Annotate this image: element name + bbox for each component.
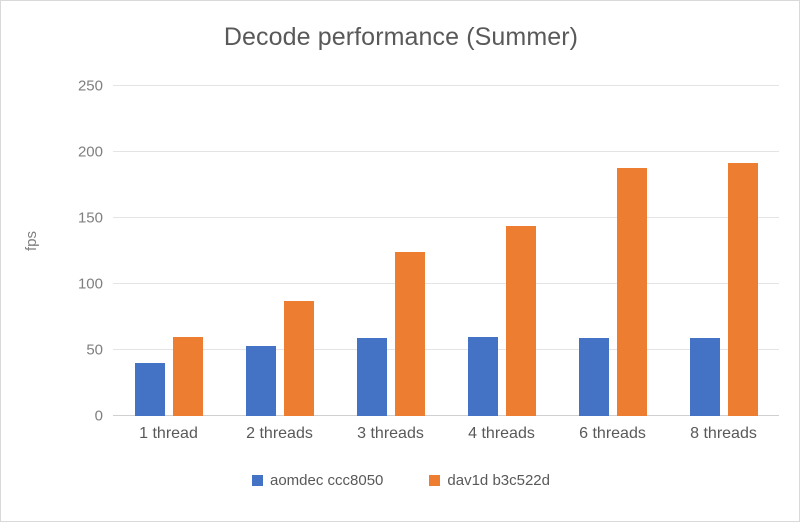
x-tick-label: 6 threads	[579, 425, 646, 442]
y-tick-label: 250	[77, 77, 103, 95]
bar-dav1d-2-threads[interactable]	[283, 301, 314, 416]
bar-group	[134, 86, 203, 416]
legend-entry[interactable]: dav1d b3c522d	[429, 472, 550, 489]
bar-dav1d-1-thread[interactable]	[172, 336, 203, 416]
y-tick-label: 200	[77, 143, 103, 161]
y-tick-label: 0	[94, 407, 103, 425]
bar-aomdec-3-threads[interactable]	[356, 338, 387, 416]
bar-group	[356, 86, 425, 416]
bar-group	[467, 86, 536, 416]
y-axis-title: fps	[23, 230, 40, 251]
bar-group	[578, 86, 647, 416]
bar-group	[245, 86, 314, 416]
bar-aomdec-1-thread[interactable]	[134, 363, 165, 416]
legend-label: dav1d b3c522d	[447, 472, 550, 489]
bar-dav1d-3-threads[interactable]	[394, 252, 425, 416]
y-tick-label: 150	[77, 209, 103, 227]
bar-dav1d-8-threads[interactable]	[727, 162, 758, 416]
bar-aomdec-6-threads[interactable]	[578, 338, 609, 416]
y-tick-label: 100	[77, 275, 103, 293]
bar-aomdec-8-threads[interactable]	[689, 338, 720, 416]
chart-legend: aomdec ccc8050 dav1d b3c522d	[1, 472, 800, 489]
legend-entry[interactable]: aomdec ccc8050	[252, 472, 383, 489]
chart-container: Decode performance (Summer) fps 0 50 100 15…	[0, 0, 800, 522]
bar-group	[689, 86, 758, 416]
bar-dav1d-4-threads[interactable]	[505, 225, 536, 416]
x-tick-label: 2 threads	[246, 425, 313, 442]
chart-title: Decode performance (Summer)	[223, 23, 579, 51]
x-tick-label: 3 threads	[357, 425, 424, 442]
x-tick-label: 8 threads	[690, 425, 757, 442]
bars-layer	[113, 86, 779, 416]
x-tick-label: 4 threads	[468, 425, 535, 442]
bar-dav1d-6-threads[interactable]	[616, 167, 647, 416]
y-axis-tick-labels: 0 50 100 150 200 250	[41, 78, 103, 425]
bar-aomdec-4-threads[interactable]	[467, 336, 498, 416]
y-tick-label: 50	[86, 341, 103, 359]
x-tick-label: 1 thread	[139, 425, 198, 442]
x-axis-tick-labels: 1 thread 2 threads 3 threads 4 threads 6 thr…	[113, 425, 779, 449]
bar-aomdec-2-threads[interactable]	[245, 346, 276, 416]
legend-swatch-icon	[429, 475, 441, 486]
legend-label: aomdec ccc8050	[270, 472, 384, 489]
legend-swatch-icon	[252, 475, 263, 486]
